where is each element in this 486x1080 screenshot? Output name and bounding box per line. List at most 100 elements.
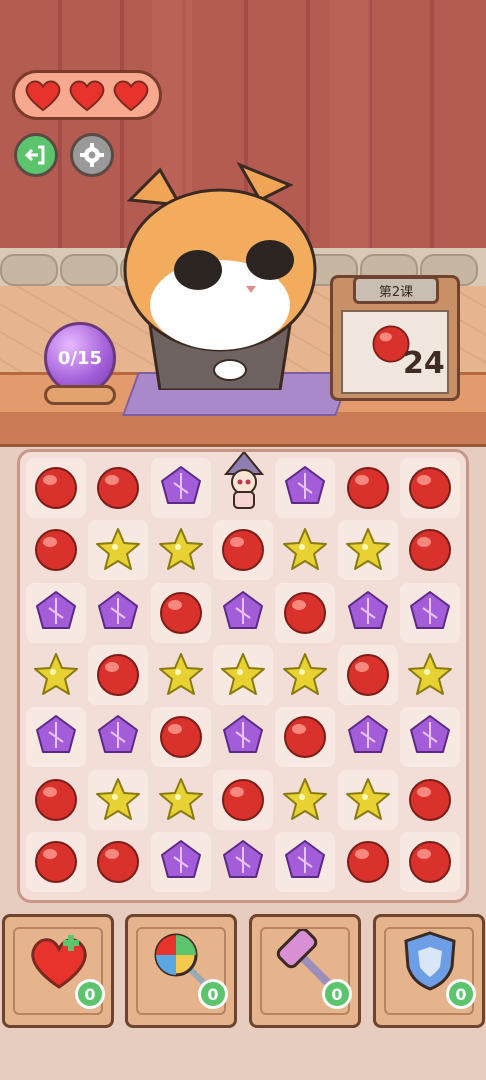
board-cell[interactable] xyxy=(212,769,273,830)
board-cell[interactable] xyxy=(151,770,211,830)
exit-button[interactable] xyxy=(14,133,58,177)
purple-gem-icon xyxy=(285,466,326,504)
red-gem-icon xyxy=(408,778,451,821)
red-gem-icon xyxy=(35,467,77,509)
yellow-gem-icon xyxy=(158,652,203,695)
board-cell[interactable] xyxy=(400,770,460,830)
board-cell[interactable] xyxy=(88,644,149,705)
board-cell[interactable] xyxy=(88,707,148,767)
board-cell[interactable] xyxy=(213,583,273,643)
yellow-gem-icon xyxy=(158,528,203,571)
red-gem-icon xyxy=(284,591,327,634)
red-gem-icon xyxy=(284,716,327,759)
tool-shield[interactable]: 0 xyxy=(373,914,485,1028)
board-cell[interactable] xyxy=(88,832,148,892)
red-gem-icon xyxy=(346,840,389,883)
match-board[interactable] xyxy=(17,449,469,903)
crystal-ball: 0/15 xyxy=(44,322,116,394)
board-cell[interactable] xyxy=(275,582,336,643)
tool-count-badge: 0 xyxy=(75,979,105,1009)
crystal-ball-progress: 0/15 xyxy=(57,347,103,369)
board-cell[interactable] xyxy=(275,520,335,580)
tool-count-badge: 0 xyxy=(322,979,352,1009)
heart-icon xyxy=(113,80,149,112)
board-cell[interactable] xyxy=(337,520,398,581)
yellow-gem-icon xyxy=(96,777,141,820)
board-cell[interactable] xyxy=(213,707,273,767)
board-cell[interactable] xyxy=(26,770,86,830)
purple-gem-icon xyxy=(36,590,76,629)
tool-heart-plus[interactable]: 0 xyxy=(2,914,114,1028)
board-cell[interactable] xyxy=(151,520,211,580)
tool-rainbow-lollipop[interactable]: 0 xyxy=(125,914,237,1028)
board-cell[interactable] xyxy=(275,707,336,768)
red-gem-icon xyxy=(97,467,140,509)
purple-gem-icon xyxy=(409,590,450,629)
board-cell[interactable] xyxy=(151,645,211,705)
lives-bar xyxy=(12,70,162,120)
board-cell[interactable] xyxy=(26,831,86,892)
board-cell[interactable] xyxy=(88,769,149,830)
gear-icon xyxy=(80,143,104,167)
board-cell[interactable] xyxy=(400,520,460,580)
board-cell[interactable] xyxy=(26,458,86,518)
board-cell[interactable] xyxy=(338,707,398,767)
red-gem-icon xyxy=(221,529,264,572)
red-gem-icon xyxy=(97,653,140,696)
board-cell[interactable] xyxy=(338,832,398,892)
red-gem-icon xyxy=(346,653,389,696)
board-cell[interactable] xyxy=(213,832,273,892)
board-cell[interactable] xyxy=(150,582,211,643)
board-cell[interactable] xyxy=(337,769,398,830)
board-cell[interactable] xyxy=(399,582,460,643)
red-gem-icon xyxy=(159,716,202,759)
red-gem-icon xyxy=(35,778,77,821)
board-cell[interactable] xyxy=(150,707,211,768)
yellow-gem-icon xyxy=(283,652,328,695)
purple-gem-icon xyxy=(347,590,388,629)
board-cell[interactable] xyxy=(88,458,148,518)
board-cell[interactable] xyxy=(400,645,460,705)
yellow-gem-icon xyxy=(345,528,390,571)
board-cell[interactable] xyxy=(338,458,398,518)
board-cell[interactable] xyxy=(88,583,148,643)
purple-gem-icon xyxy=(36,715,76,754)
board-cell[interactable] xyxy=(338,583,398,643)
board-cell[interactable] xyxy=(212,644,273,705)
purple-gem-icon xyxy=(285,839,326,878)
board-cell[interactable] xyxy=(26,520,86,580)
board-cell[interactable] xyxy=(150,458,211,518)
yellow-gem-icon xyxy=(96,528,141,571)
cat-teacher xyxy=(123,162,317,390)
yellow-gem-icon xyxy=(283,777,328,820)
board-cell[interactable] xyxy=(26,645,86,705)
tool-hammer[interactable]: 0 xyxy=(249,914,361,1028)
red-gem-icon xyxy=(97,840,140,883)
yellow-gem-icon xyxy=(34,652,78,695)
purple-gem-icon xyxy=(98,715,139,754)
board-cell[interactable] xyxy=(337,644,398,705)
board-cell[interactable] xyxy=(275,458,336,518)
witch-character[interactable] xyxy=(218,452,270,512)
board-cell[interactable] xyxy=(275,831,336,892)
board-cell[interactable] xyxy=(399,458,460,518)
red-gem-icon xyxy=(346,467,389,509)
purple-gem-icon xyxy=(98,590,139,629)
purple-gem-icon xyxy=(222,839,263,878)
yellow-gem-icon xyxy=(283,528,328,571)
board-cell[interactable] xyxy=(275,645,335,705)
board-cell[interactable] xyxy=(399,831,460,892)
board-cell[interactable] xyxy=(88,520,149,581)
board-cell[interactable] xyxy=(212,520,273,581)
yellow-gem-icon xyxy=(407,652,452,695)
wall-panel xyxy=(330,0,370,260)
board-cell[interactable] xyxy=(26,582,86,643)
yellow-gem-icon xyxy=(158,777,203,820)
board-cell[interactable] xyxy=(26,707,86,768)
board-cell[interactable] xyxy=(150,831,211,892)
settings-button[interactable] xyxy=(70,133,114,177)
board-cell[interactable] xyxy=(275,770,335,830)
board-cell[interactable] xyxy=(399,707,460,768)
purple-gem-icon xyxy=(160,466,201,504)
goal-count: 24 xyxy=(403,346,445,381)
